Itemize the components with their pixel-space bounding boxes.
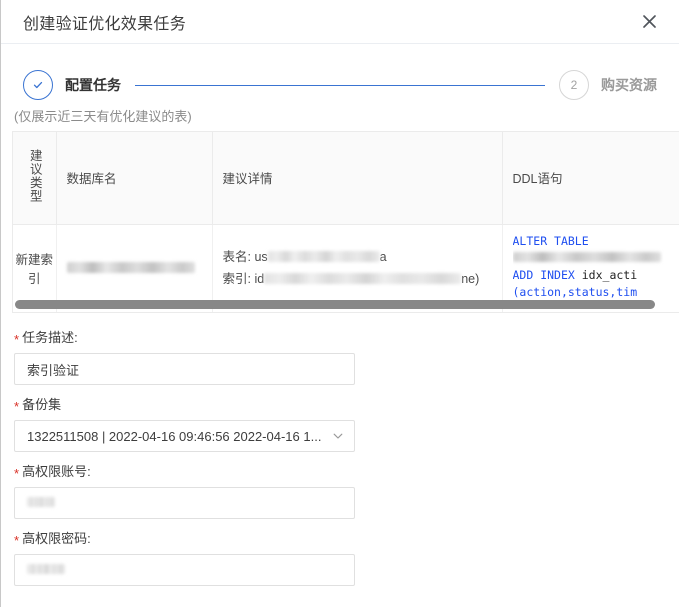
- table-header-row: 建议类型 数据库名 建议详情 DDL语句: [13, 132, 679, 225]
- column-header-type: 建议类型: [13, 132, 57, 225]
- detail-index-label: 索引:: [222, 272, 251, 287]
- detail-table-label: 表名:: [222, 250, 251, 265]
- field-backup-set: * 备份集 1322511508 | 2022-04-16 09:46:56 20…: [14, 394, 657, 452]
- input-privileged-account[interactable]: [14, 487, 355, 519]
- dialog-titlebar: 创建验证优化效果任务: [1, 0, 679, 44]
- column-header-detail: 建议详情: [212, 132, 503, 225]
- step-1-check-icon: [23, 70, 53, 100]
- field-privileged-account: * 高权限账号:: [14, 461, 657, 519]
- label-task-description: * 任务描述:: [14, 327, 657, 346]
- required-marker: *: [14, 399, 20, 414]
- redacted-database-name: [66, 262, 195, 274]
- required-marker: *: [14, 533, 20, 548]
- ddl-code-block: ALTER TABLE ADD INDEX idx_acti (action,s…: [512, 232, 679, 301]
- label-task-description-text: 任务描述:: [22, 330, 78, 345]
- input-task-description-value: 索引验证: [27, 362, 80, 378]
- step-2-number: 2: [559, 70, 589, 100]
- horizontal-scrollbar-track[interactable]: [13, 298, 679, 312]
- select-backup-set[interactable]: 1322511508 | 2022-04-16 09:46:56 2022-04…: [14, 420, 355, 452]
- detail-table-suffix: a: [379, 250, 387, 265]
- label-privileged-account-text: 高权限账号:: [22, 464, 91, 479]
- step-connector-line: [135, 84, 545, 86]
- field-privileged-password: * 高权限密码:: [14, 528, 657, 586]
- ddl-line-2: [512, 250, 679, 267]
- input-task-description[interactable]: 索引验证: [14, 353, 355, 385]
- column-header-type-label: 建议类型: [27, 149, 42, 204]
- field-task-description: * 任务描述: 索引验证: [14, 327, 657, 385]
- label-backup-set: * 备份集: [14, 394, 657, 413]
- redacted-account-value: [27, 497, 55, 507]
- chevron-down-icon: [332, 430, 344, 442]
- task-form: * 任务描述: 索引验证 * 备份集 1322511508 | 2022-04-16…: [1, 313, 679, 586]
- detail-index-line: 索引: id ne): [223, 268, 492, 290]
- ddl-keyword-add-index: ADD INDEX: [512, 267, 575, 282]
- redacted-index-name: [264, 273, 462, 285]
- redacted-ddl-table-name: [512, 252, 661, 262]
- close-icon[interactable]: [637, 10, 661, 34]
- label-privileged-account: * 高权限账号:: [14, 461, 657, 480]
- page-title: 创建验证优化效果任务: [23, 15, 187, 33]
- column-header-ddl: DDL语句: [502, 132, 679, 225]
- label-privileged-password: * 高权限密码:: [14, 528, 657, 547]
- ddl-index-name: idx_acti: [581, 267, 638, 282]
- input-privileged-password[interactable]: [14, 554, 355, 586]
- cell-suggestion-type-label: 新建索引: [15, 253, 53, 287]
- ddl-line-3: ADD INDEX idx_acti: [513, 267, 679, 284]
- required-marker: *: [14, 466, 20, 481]
- horizontal-scrollbar-thumb[interactable]: [15, 300, 655, 309]
- select-backup-set-value: 1322511508 | 2022-04-16 09:46:56 2022-04…: [27, 428, 322, 444]
- redacted-password-value: [27, 564, 65, 574]
- table-note: (仅展示近三天有优化建议的表): [14, 109, 192, 124]
- detail-table-line: 表名: us a: [223, 246, 492, 268]
- column-header-database: 数据库名: [56, 132, 213, 225]
- step-indicator: 配置任务 2 购买资源: [1, 44, 679, 106]
- ddl-columns: (action,status,tim: [512, 284, 638, 299]
- suggestion-table-container: 建议类型 数据库名 建议详情 DDL语句 新建索引 表名: us a 索引: i…: [12, 131, 679, 313]
- step-configure-task[interactable]: 配置任务: [23, 70, 121, 100]
- suggestion-table: 建议类型 数据库名 建议详情 DDL语句 新建索引 表名: us a 索引: i…: [13, 132, 679, 312]
- ddl-keyword-alter-table: ALTER TABLE: [512, 233, 589, 248]
- step-1-label: 配置任务: [65, 77, 121, 93]
- label-privileged-password-text: 高权限密码:: [22, 531, 91, 546]
- step-purchase-resources[interactable]: 2 购买资源: [559, 70, 657, 100]
- create-validation-task-dialog: 创建验证优化效果任务 配置任务 2 购买资源 (仅展示近三天有优化建议的表) 建…: [0, 0, 679, 607]
- detail-table-prefix: us: [254, 250, 268, 265]
- detail-index-suffix: ne): [461, 272, 480, 287]
- required-marker: *: [14, 332, 20, 347]
- detail-index-prefix: id: [254, 272, 265, 287]
- ddl-line-1: ALTER TABLE: [513, 233, 679, 250]
- step-2-label: 购买资源: [601, 77, 657, 93]
- redacted-table-name: [267, 251, 380, 263]
- label-backup-set-text: 备份集: [22, 397, 62, 412]
